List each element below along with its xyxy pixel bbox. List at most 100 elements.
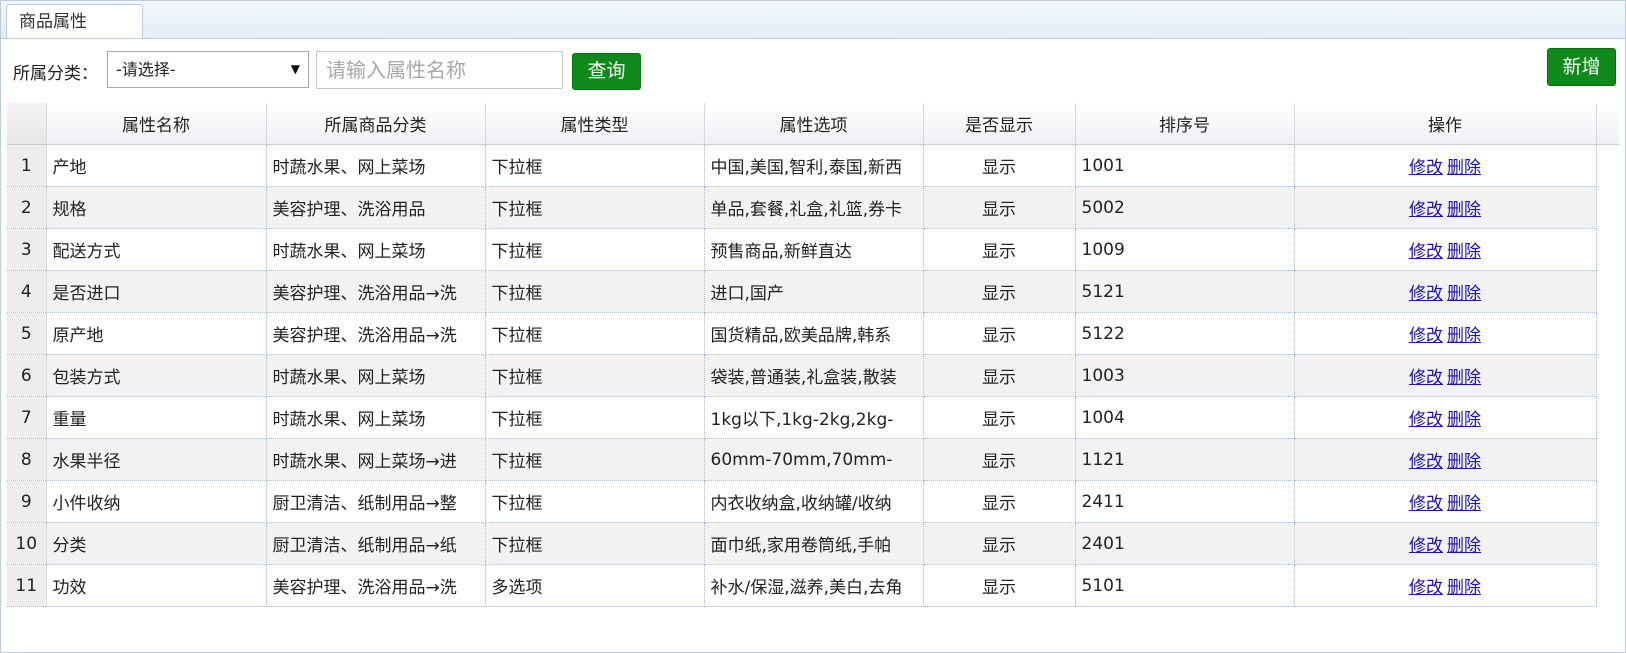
display-status-cell: 显示	[923, 564, 1076, 607]
attribute-options-cell: 内衣收纳盒,收纳罐/收纳	[704, 480, 924, 523]
display-status-cell: 显示	[923, 270, 1076, 313]
category-cell: 时蔬水果、网上菜场→进	[266, 438, 486, 481]
attribute-options-cell: 面巾纸,家用卷筒纸,手帕	[704, 522, 924, 565]
category-cell: 美容护理、洗浴用品→洗	[266, 564, 486, 607]
edit-link[interactable]: 修改	[1409, 452, 1443, 472]
attribute-name-cell: 原产地	[46, 312, 267, 355]
sort-number-cell: 1004	[1075, 396, 1295, 439]
row-number: 4	[7, 270, 47, 313]
header-filler	[1596, 103, 1619, 145]
delete-link[interactable]: 删除	[1447, 284, 1481, 304]
table-row[interactable]: 11 功效 美容护理、洗浴用品→洗 多选项 补水/保湿,滋养,美白,去角 显示 5101 修改…	[7, 564, 1619, 607]
row-number-header	[7, 103, 47, 145]
table-row[interactable]: 2 规格 美容护理、洗浴用品 下拉框 单品,套餐,礼盒,礼篮,券卡 显示 5002 修改 删除	[7, 186, 1619, 229]
attribute-options-cell: 袋装,普通装,礼盒装,散装	[704, 354, 924, 397]
display-status-cell: 显示	[923, 186, 1076, 229]
category-cell: 时蔬水果、网上菜场	[266, 354, 486, 397]
table-row[interactable]: 7 重量 时蔬水果、网上菜场 下拉框 1kg以下,1kg-2kg,2kg- 显示 1004 修…	[7, 396, 1619, 439]
delete-link[interactable]: 删除	[1447, 452, 1481, 472]
edit-link[interactable]: 修改	[1409, 200, 1443, 220]
row-number: 5	[7, 312, 47, 355]
delete-link[interactable]: 删除	[1447, 158, 1481, 178]
attribute-type-cell: 多选项	[485, 564, 705, 607]
table-row[interactable]: 4 是否进口 美容护理、洗浴用品→洗 下拉框 进口,国产 显示 5121 修改 删除	[7, 270, 1619, 313]
attribute-table: 属性名称 所属商品分类 属性类型 属性选项 是否显示 排序号 操作 1 产地 时蔬水…	[7, 103, 1619, 607]
column-header[interactable]: 排序号	[1075, 103, 1295, 145]
delete-link[interactable]: 删除	[1447, 242, 1481, 262]
column-header[interactable]: 属性类型	[485, 103, 705, 145]
row-filler	[1596, 396, 1619, 439]
row-number: 11	[7, 564, 47, 607]
delete-link[interactable]: 删除	[1447, 368, 1481, 388]
category-select[interactable]: -请选择- ▼	[107, 51, 309, 88]
category-cell: 美容护理、洗浴用品→洗	[266, 312, 486, 355]
actions-cell: 修改 删除	[1294, 522, 1597, 565]
table-row[interactable]: 1 产地 时蔬水果、网上菜场 下拉框 中国,美国,智利,泰国,新西 显示 1001 修改 删除	[7, 144, 1619, 187]
add-button[interactable]: 新增	[1547, 48, 1616, 86]
table-row[interactable]: 5 原产地 美容护理、洗浴用品→洗 下拉框 国货精品,欧美品牌,韩系 显示 5122 修改 删除	[7, 312, 1619, 355]
actions-cell: 修改 删除	[1294, 354, 1597, 397]
actions-cell: 修改 删除	[1294, 564, 1597, 607]
delete-link[interactable]: 删除	[1447, 494, 1481, 514]
column-header[interactable]: 操作	[1294, 103, 1597, 145]
row-filler	[1596, 186, 1619, 229]
column-header[interactable]: 属性选项	[704, 103, 924, 145]
sort-number-cell: 1001	[1075, 144, 1295, 187]
table-row[interactable]: 6 包装方式 时蔬水果、网上菜场 下拉框 袋装,普通装,礼盒装,散装 显示 1003 修改 删除	[7, 354, 1619, 397]
sort-number-cell: 5101	[1075, 564, 1295, 607]
row-number: 7	[7, 396, 47, 439]
delete-link[interactable]: 删除	[1447, 536, 1481, 556]
actions-cell: 修改 删除	[1294, 480, 1597, 523]
display-status-cell: 显示	[923, 312, 1076, 355]
actions-cell: 修改 删除	[1294, 186, 1597, 229]
column-header[interactable]: 所属商品分类	[266, 103, 486, 145]
attribute-type-cell: 下拉框	[485, 186, 705, 229]
edit-link[interactable]: 修改	[1409, 326, 1443, 346]
delete-link[interactable]: 删除	[1447, 410, 1481, 430]
table-row[interactable]: 10 分类 厨卫清洁、纸制用品→纸 下拉框 面巾纸,家用卷筒纸,手帕 显示 2401 修改 删除	[7, 522, 1619, 565]
query-button[interactable]: 查询	[572, 53, 641, 90]
display-status-cell: 显示	[923, 354, 1076, 397]
attribute-panel: 商品属性 所属分类： -请选择- ▼ 查询 新增 属性名称 所属商品分类	[0, 0, 1626, 653]
actions-cell: 修改 删除	[1294, 144, 1597, 187]
tab-product-attributes[interactable]: 商品属性	[6, 4, 143, 38]
column-header[interactable]: 属性名称	[46, 103, 267, 145]
row-filler	[1596, 438, 1619, 481]
row-number: 9	[7, 480, 47, 523]
edit-link[interactable]: 修改	[1409, 494, 1443, 514]
category-cell: 美容护理、洗浴用品	[266, 186, 486, 229]
display-status-cell: 显示	[923, 522, 1076, 565]
display-status-cell: 显示	[923, 396, 1076, 439]
column-header[interactable]: 是否显示	[923, 103, 1076, 145]
table-row[interactable]: 3 配送方式 时蔬水果、网上菜场 下拉框 预售商品,新鲜直达 显示 1009 修改 删除	[7, 228, 1619, 271]
attribute-type-cell: 下拉框	[485, 144, 705, 187]
row-filler	[1596, 354, 1619, 397]
sort-number-cell: 1121	[1075, 438, 1295, 481]
category-label: 所属分类：	[13, 64, 98, 84]
row-filler	[1596, 270, 1619, 313]
delete-link[interactable]: 删除	[1447, 326, 1481, 346]
attribute-options-cell: 补水/保湿,滋养,美白,去角	[704, 564, 924, 607]
row-filler	[1596, 480, 1619, 523]
category-cell: 厨卫清洁、纸制用品→整	[266, 480, 486, 523]
delete-link[interactable]: 删除	[1447, 200, 1481, 220]
delete-link[interactable]: 删除	[1447, 578, 1481, 598]
sort-number-cell: 5002	[1075, 186, 1295, 229]
row-filler	[1596, 228, 1619, 271]
edit-link[interactable]: 修改	[1409, 158, 1443, 178]
attribute-name-cell: 配送方式	[46, 228, 267, 271]
attribute-options-cell: 60mm-70mm,70mm-	[704, 438, 924, 481]
edit-link[interactable]: 修改	[1409, 536, 1443, 556]
edit-link[interactable]: 修改	[1409, 368, 1443, 388]
edit-link[interactable]: 修改	[1409, 578, 1443, 598]
edit-link[interactable]: 修改	[1409, 284, 1443, 304]
attribute-type-cell: 下拉框	[485, 270, 705, 313]
actions-cell: 修改 删除	[1294, 270, 1597, 313]
sort-number-cell: 1003	[1075, 354, 1295, 397]
table-row[interactable]: 8 水果半径 时蔬水果、网上菜场→进 下拉框 60mm-70mm,70mm- 显示 1121…	[7, 438, 1619, 481]
attribute-name-search-input[interactable]	[316, 51, 563, 89]
edit-link[interactable]: 修改	[1409, 242, 1443, 262]
edit-link[interactable]: 修改	[1409, 410, 1443, 430]
attribute-name-cell: 规格	[46, 186, 267, 229]
table-row[interactable]: 9 小件收纳 厨卫清洁、纸制用品→整 下拉框 内衣收纳盒,收纳罐/收纳 显示 2411 修改删…	[7, 480, 1619, 523]
